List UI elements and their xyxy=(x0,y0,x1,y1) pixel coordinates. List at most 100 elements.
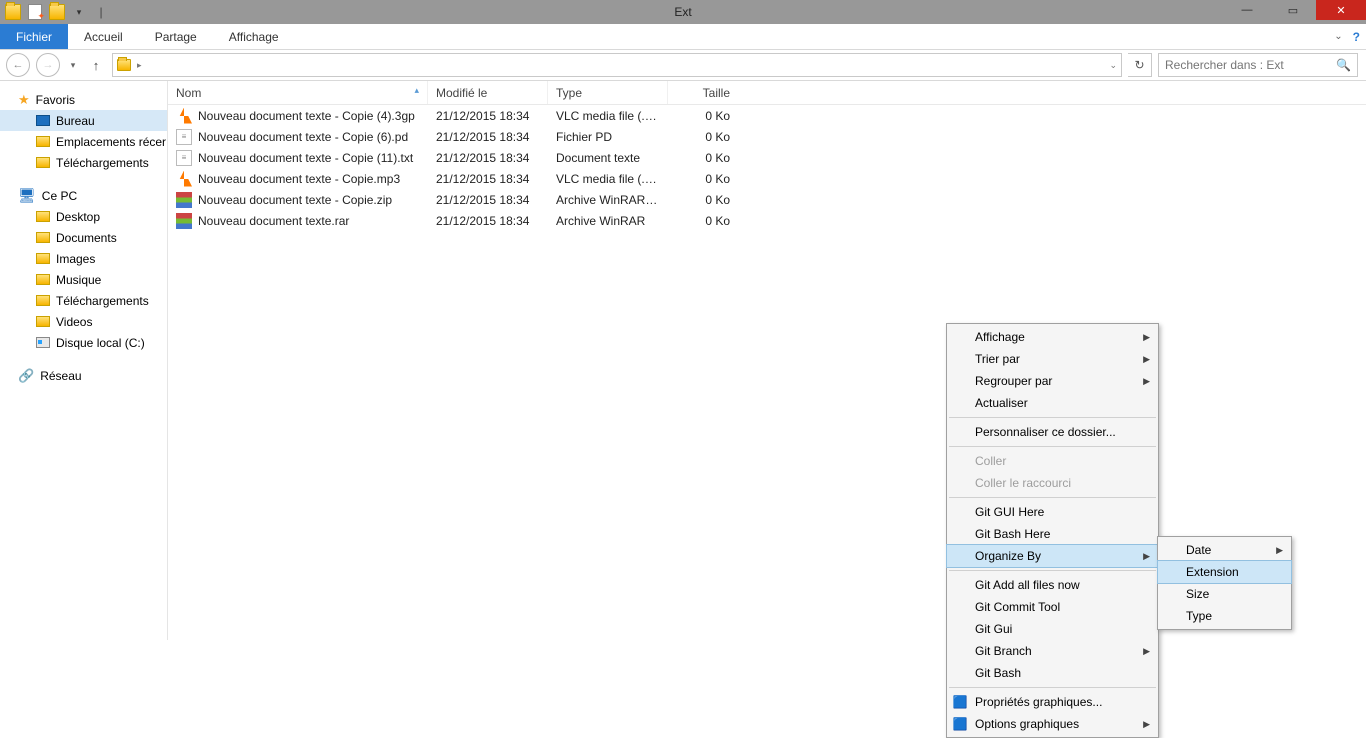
menu-item-label: Git Gui xyxy=(975,622,1012,636)
sidebar-item-téléchargements[interactable]: Téléchargements xyxy=(0,152,167,173)
file-modified: 21/12/2015 18:34 xyxy=(428,193,548,207)
submenu-arrow-icon: ▶ xyxy=(1143,551,1150,562)
submenu-item-extension[interactable]: Extension xyxy=(1158,561,1291,583)
history-dropdown-icon[interactable]: ▾ xyxy=(66,60,80,71)
submenu-item-date[interactable]: Date▶ xyxy=(1158,539,1291,561)
menu-item-personnaliser-ce-dossier[interactable]: Personnaliser ce dossier... xyxy=(947,421,1158,443)
sidebar-item-videos[interactable]: Videos xyxy=(0,311,167,332)
search-input[interactable] xyxy=(1165,58,1330,72)
column-modified[interactable]: Modifié le xyxy=(428,81,548,104)
sidebar-item-images[interactable]: Images xyxy=(0,248,167,269)
back-button[interactable]: ← xyxy=(6,53,30,77)
file-row[interactable]: Nouveau document texte - Copie (6).pd21/… xyxy=(168,126,1366,147)
ribbon-expand-icon[interactable]: ⌄ xyxy=(1334,31,1342,42)
close-button[interactable]: ✕ xyxy=(1316,0,1366,20)
file-row[interactable]: Nouveau document texte - Copie (11).txt2… xyxy=(168,147,1366,168)
address-dropdown-icon[interactable]: ⌄ xyxy=(1109,60,1117,71)
file-name: Nouveau document texte - Copie.mp3 xyxy=(198,172,400,186)
help-icon[interactable]: ? xyxy=(1353,30,1360,44)
tab-view[interactable]: Affichage xyxy=(213,24,295,49)
txt-icon xyxy=(176,129,192,145)
sidebar-item-label: Téléchargements xyxy=(56,294,149,308)
pc-icon: 🖥 xyxy=(18,187,36,204)
menu-item-label: Git Bash Here xyxy=(975,527,1050,541)
column-type[interactable]: Type xyxy=(548,81,668,104)
sidebar-item-label: Emplacements récer xyxy=(56,135,166,149)
address-bar[interactable]: ▸ ⌄ xyxy=(112,53,1122,77)
folder-icon xyxy=(36,136,50,147)
folder-icon[interactable] xyxy=(48,3,66,21)
titlebar: ▾ | Ext — ▭ ✕ xyxy=(0,0,1366,24)
sidebar-item-t-l-chargements[interactable]: Téléchargements xyxy=(0,290,167,311)
sidebar-item-bureau[interactable]: Bureau xyxy=(0,110,167,131)
maximize-button[interactable]: ▭ xyxy=(1270,0,1316,20)
sidebar-item-desktop[interactable]: Desktop xyxy=(0,206,167,227)
menu-item-git-commit-tool[interactable]: Git Commit Tool xyxy=(947,596,1158,618)
sidebar-network-header[interactable]: 🔗 Réseau xyxy=(0,365,167,386)
file-modified: 21/12/2015 18:34 xyxy=(428,151,548,165)
menu-separator xyxy=(949,497,1156,498)
sidebar-item-disque-local-c-[interactable]: Disque local (C:) xyxy=(0,332,167,353)
menu-item-label: Propriétés graphiques... xyxy=(975,695,1102,709)
submenu-item-type[interactable]: Type xyxy=(1158,605,1291,627)
new-file-icon[interactable] xyxy=(26,3,44,21)
file-size: 0 Ko xyxy=(668,214,738,228)
menu-item-label: Regrouper par xyxy=(975,374,1052,388)
file-row[interactable]: Nouveau document texte.rar21/12/2015 18:… xyxy=(168,210,1366,231)
menu-item-organize-by[interactable]: Organize By▶ xyxy=(947,545,1158,567)
rar-icon xyxy=(176,192,192,208)
search-icon[interactable]: 🔍 xyxy=(1336,58,1351,72)
folder-icon xyxy=(117,59,131,71)
up-button[interactable]: ↑ xyxy=(86,55,106,75)
file-type: Fichier PD xyxy=(548,130,668,144)
context-menu: Affichage▶Trier par▶Regrouper par▶Actual… xyxy=(946,323,1159,738)
minimize-button[interactable]: — xyxy=(1224,0,1270,20)
menu-item-options-graphiques[interactable]: 🟦Options graphiques▶ xyxy=(947,713,1158,735)
sidebar-label: Ce PC xyxy=(42,189,77,203)
star-icon: ★ xyxy=(18,92,30,108)
tab-file[interactable]: Fichier xyxy=(0,24,68,49)
qat-dropdown-icon[interactable]: ▾ xyxy=(70,3,88,21)
file-row[interactable]: Nouveau document texte - Copie (4).3gp21… xyxy=(168,105,1366,126)
network-icon: 🔗 xyxy=(18,368,34,384)
sidebar-this-pc-header[interactable]: 🖥 Ce PC xyxy=(0,185,167,206)
folder-icon xyxy=(36,295,50,306)
forward-button[interactable]: → xyxy=(36,53,60,77)
menu-item-git-bash[interactable]: Git Bash xyxy=(947,662,1158,684)
sidebar-item-musique[interactable]: Musique xyxy=(0,269,167,290)
sidebar-item-emplacements-récer[interactable]: Emplacements récer xyxy=(0,131,167,152)
menu-item-git-gui-here[interactable]: Git GUI Here xyxy=(947,501,1158,523)
menu-item-affichage[interactable]: Affichage▶ xyxy=(947,326,1158,348)
column-size[interactable]: Taille xyxy=(668,81,738,104)
desktop-icon xyxy=(36,115,50,126)
submenu-arrow-icon: ▶ xyxy=(1276,545,1283,556)
breadcrumb-separator-icon[interactable]: ▸ xyxy=(137,60,142,71)
sidebar-item-label: Musique xyxy=(56,273,101,287)
file-size: 0 Ko xyxy=(668,193,738,207)
menu-item-propri-t-s-graphiques[interactable]: 🟦Propriétés graphiques... xyxy=(947,691,1158,713)
sidebar-item-label: Desktop xyxy=(56,210,100,224)
file-type: VLC media file (.m... xyxy=(548,172,668,186)
menu-item-git-gui[interactable]: Git Gui xyxy=(947,618,1158,640)
sidebar-item-documents[interactable]: Documents xyxy=(0,227,167,248)
tab-home[interactable]: Accueil xyxy=(68,24,139,49)
tab-share[interactable]: Partage xyxy=(139,24,213,49)
file-row[interactable]: Nouveau document texte - Copie.zip21/12/… xyxy=(168,189,1366,210)
column-name[interactable]: Nom ▴ xyxy=(168,81,428,104)
menu-item-git-add-all-files-now[interactable]: Git Add all files now xyxy=(947,574,1158,596)
menu-item-trier-par[interactable]: Trier par▶ xyxy=(947,348,1158,370)
search-box[interactable]: 🔍 xyxy=(1158,53,1358,77)
context-submenu-organize-by: Date▶ExtensionSizeType xyxy=(1157,536,1292,630)
file-modified: 21/12/2015 18:34 xyxy=(428,109,548,123)
menu-item-actualiser[interactable]: Actualiser xyxy=(947,392,1158,414)
sidebar-favorites-header[interactable]: ★ Favoris xyxy=(0,89,167,110)
refresh-button[interactable]: ↻ xyxy=(1128,53,1152,77)
menu-item-git-branch[interactable]: Git Branch▶ xyxy=(947,640,1158,662)
folder-icon xyxy=(36,157,50,168)
menu-item-git-bash-here[interactable]: Git Bash Here xyxy=(947,523,1158,545)
folder-icon xyxy=(36,253,50,264)
file-row[interactable]: Nouveau document texte - Copie.mp321/12/… xyxy=(168,168,1366,189)
menu-separator xyxy=(949,417,1156,418)
menu-item-regrouper-par[interactable]: Regrouper par▶ xyxy=(947,370,1158,392)
submenu-item-size[interactable]: Size xyxy=(1158,583,1291,605)
